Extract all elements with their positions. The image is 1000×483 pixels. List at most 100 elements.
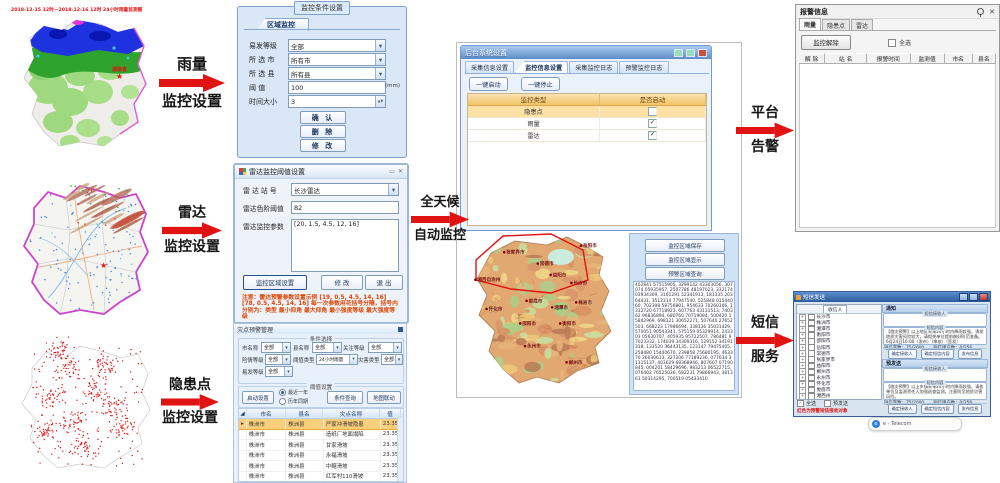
condition-query-button[interactable]: 条件查询 <box>327 391 363 404</box>
flow-rain-label-2: 监控设置 <box>162 93 222 110</box>
confirm-button[interactable]: 确 认 <box>300 111 346 124</box>
close-icon[interactable] <box>698 49 707 57</box>
map-link-button[interactable]: 地图联动 <box>367 391 401 404</box>
recipient-tab[interactable]: 收信人 <box>797 305 881 314</box>
release-monitor-button[interactable]: 监控解除 <box>801 35 851 50</box>
chevron-down-icon[interactable]: ▾ <box>333 343 341 352</box>
monitor-region-map[interactable]: 张家界市常德市岳阳市益阳市湘西自治州长沙市怀化市娄底市湘潭市株洲市邵阳市衡阳市永… <box>463 231 623 393</box>
table-row[interactable]: 株洲市株洲县造纸厂地面塌陷23.35 <box>239 430 403 441</box>
confirm-recipients-button[interactable]: 确定接收人 <box>888 404 917 414</box>
spinner-arrows-icon[interactable]: ▲▼ <box>375 96 385 107</box>
tree-item-湘西州[interactable]: +湘西州 <box>797 393 881 399</box>
table-row[interactable]: 雷达✓ <box>468 130 706 142</box>
modify-button[interactable]: 修 改 <box>300 139 346 152</box>
dialog-titlebar: 雷达监控阈值设置 ▭ ✕ <box>235 165 407 179</box>
city-select[interactable]: 所有市▾ <box>288 53 386 66</box>
danger-level-select[interactable]: 全部▾ <box>265 354 291 365</box>
select-all-checkbox[interactable]: 全选 <box>888 38 911 47</box>
content-box[interactable]: 短信内容 【临灾预警】以上乡镇未来24小时内降雨较强，请各单位及监测责任人加强巡… <box>883 382 987 400</box>
radar-station-select[interactable]: 长沙雷达▾ <box>291 183 399 196</box>
taskbar-pill[interactable]: e e - Telecom <box>868 417 962 431</box>
vertical-scrollbar[interactable] <box>397 418 403 481</box>
tab-采集信息设置[interactable]: 采集信息设置 <box>465 61 514 73</box>
chevron-down-icon[interactable]: ▾ <box>284 367 292 376</box>
tab-隐患点[interactable]: 隐患点 <box>822 19 850 30</box>
minimize-icon <box>959 293 968 301</box>
minimize-icon[interactable] <box>674 49 683 57</box>
city-label: 娄底市 <box>529 297 543 304</box>
exit-button[interactable]: 退 出 <box>365 275 403 290</box>
table-row[interactable]: 株洲市株洲县甘家滑坡23.35 <box>239 440 403 451</box>
disaster-type-select[interactable]: 全部▾ <box>381 354 403 365</box>
start-all-button[interactable]: 一键启动 <box>469 77 508 91</box>
stop-all-button[interactable]: 一键停止 <box>521 77 560 91</box>
table-row[interactable]: 隐患点 <box>468 106 706 118</box>
close-icon[interactable]: ✕ <box>398 169 403 175</box>
publish-button[interactable]: 发布信息 <box>958 404 983 414</box>
monitor-region-settings-button[interactable]: 监控区域设置 <box>243 275 307 290</box>
table-row[interactable]: 株洲市株洲县中糖滑坡23.35 <box>239 461 403 472</box>
minimize-icon[interactable]: ▭ <box>389 169 395 175</box>
close-icon[interactable]: ✕ <box>989 8 995 16</box>
confirm-content-button[interactable]: 确定短信内容 <box>921 349 954 359</box>
chevron-down-icon[interactable]: ▾ <box>349 355 357 364</box>
sms-select-all-checkbox[interactable]: ✓全选 <box>797 400 816 407</box>
sms-presend-checkbox[interactable]: 预发送 <box>824 400 848 407</box>
confirm-content-button[interactable]: 确定短信内容 <box>921 404 954 414</box>
chevron-down-icon[interactable]: ▾ <box>375 40 385 51</box>
risk-level-select[interactable]: 全部▾ <box>288 39 386 52</box>
attention-level-select[interactable]: 全部▾ <box>368 342 402 353</box>
modify-button[interactable]: 修 改 <box>321 275 363 290</box>
content-box[interactable]: 短信内容 【临灾预警】以上地区未来24小时内降雨较强，诱发地质灾害风险较大，请相… <box>883 327 987 345</box>
chevron-down-icon[interactable]: ▾ <box>395 355 402 364</box>
alarm-table-body[interactable] <box>799 64 996 228</box>
dialog-title: 监控条件设置 <box>294 1 350 15</box>
table-row[interactable]: 株洲市株洲县红军村110滑坡23.35 <box>239 472 403 483</box>
table-row[interactable]: ▸株洲市株洲县严家冲滑坡隐患23.35 <box>239 419 403 430</box>
threshold-input[interactable]: 100 <box>288 81 386 94</box>
chevron-down-icon[interactable]: ▾ <box>282 355 290 364</box>
column-header[interactable]: 县名 <box>286 409 323 418</box>
chevron-down-icon[interactable]: ▾ <box>388 184 398 195</box>
show-region-button[interactable]: 监控区域显示 <box>645 253 725 266</box>
region-coords-textarea[interactable]: 402841 57515905, 3299142 43303056, 30707… <box>633 281 735 391</box>
chevron-down-icon[interactable]: ▾ <box>375 68 385 79</box>
delete-button[interactable]: 删 除 <box>300 125 346 138</box>
window-controls[interactable] <box>959 293 988 301</box>
threshold-type-select[interactable]: 24小时雨量▾ <box>316 354 358 365</box>
chevron-down-icon[interactable]: ▾ <box>375 54 385 65</box>
enabled-checkbox[interactable]: ✓ <box>648 119 657 128</box>
chevron-down-icon[interactable]: ▾ <box>393 343 401 352</box>
tab-雨量[interactable]: 雨量 <box>799 18 821 30</box>
prone-level-select[interactable]: 全部▾ <box>265 366 293 377</box>
query-region-button[interactable]: 预警区域查询 <box>645 267 725 280</box>
save-region-button[interactable]: 监控区域保存 <box>645 239 725 252</box>
color-threshold-input[interactable]: 82 <box>291 201 399 214</box>
table-row[interactable]: 株洲市株洲县永福滑坡23.35 <box>239 451 403 462</box>
maximize-icon[interactable] <box>686 49 695 57</box>
county-select[interactable]: 所有县▾ <box>288 67 386 80</box>
table-row[interactable]: 雨量✓ <box>468 118 706 130</box>
column-header[interactable]: 市名 <box>247 409 286 418</box>
monitor-params-textarea[interactable]: [20, 1.5, 4.5, 12, 16] <box>291 219 399 272</box>
county-filter-select[interactable]: 全部▾ <box>312 342 342 353</box>
tab-采集监控日志[interactable]: 采集监控日志 <box>569 61 618 73</box>
chevron-down-icon[interactable]: ▾ <box>282 343 290 352</box>
flow-radar: 雷达 监控设置 <box>150 206 234 256</box>
pin-icon[interactable] <box>977 8 984 15</box>
enabled-checkbox[interactable]: ✓ <box>648 131 657 140</box>
enabled-checkbox[interactable] <box>648 107 657 116</box>
tab-雷达[interactable]: 雷达 <box>851 19 873 30</box>
column-header[interactable]: 灾点名称 <box>323 409 380 418</box>
close-icon[interactable] <box>398 327 403 332</box>
radio-history-period[interactable]: 历年同期 <box>279 398 308 405</box>
time-window-stepper[interactable]: 3 ▲▼ <box>288 95 386 108</box>
city-filter-select[interactable]: 全部▾ <box>261 342 291 353</box>
publish-button[interactable]: 发布信息 <box>958 349 983 359</box>
tab-预警监控日志[interactable]: 预警监控日志 <box>619 61 668 73</box>
radio-recent-year[interactable]: 最近一年 <box>279 389 308 396</box>
tab-监控信息设置[interactable]: 监控信息设置 <box>515 61 568 73</box>
start-settings-button[interactable]: 启动设置 <box>242 391 274 404</box>
column-header[interactable]: 值 <box>380 409 401 418</box>
confirm-recipients-button[interactable]: 确定接收人 <box>888 349 917 359</box>
